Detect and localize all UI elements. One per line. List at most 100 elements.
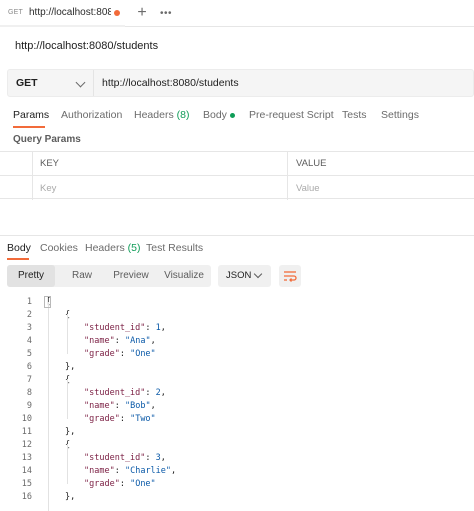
response-tab-cookies[interactable]: Cookies: [40, 242, 78, 254]
param-key-input[interactable]: [40, 182, 210, 194]
line-number: 16: [21, 492, 32, 502]
code-token: "name": [84, 401, 115, 411]
body-indicator-dot-icon: [229, 112, 235, 118]
code-line: 5 "grade": "One": [0, 348, 474, 361]
code-text: "grade": "Two": [84, 413, 156, 426]
code-token: ,: [150, 336, 156, 346]
code-token: :: [145, 323, 156, 333]
mode-raw[interactable]: Raw: [59, 265, 105, 287]
tab-tests[interactable]: Tests: [342, 109, 367, 121]
line-number: 4: [26, 336, 32, 346]
code-token: ,: [160, 388, 166, 398]
code-token: :: [114, 336, 125, 346]
request-title[interactable]: http://localhost:8080/students: [15, 40, 158, 52]
code-token: :: [119, 414, 131, 424]
mode-visualize[interactable]: Visualize: [157, 265, 211, 287]
code-line: 8 "student_id": 2,: [0, 387, 474, 400]
more-icon[interactable]: •••: [160, 8, 172, 19]
code-token: "student_id": [84, 323, 146, 333]
response-body-code[interactable]: 1[2{3 "student_id": 1, 4 "name": "Ana", 5 "gr…: [0, 294, 474, 511]
tab-pre-request-script[interactable]: Pre-request Script: [249, 109, 334, 121]
indent-guide: [48, 302, 49, 511]
line-number: 13: [21, 453, 32, 463]
response-headers-label: Headers: [85, 242, 125, 254]
add-tab-icon[interactable]: +: [135, 5, 149, 21]
params-header-row: KEY VALUE: [0, 152, 474, 176]
code-text: },: [65, 491, 75, 504]
code-line: 3 "student_id": 1,: [0, 322, 474, 335]
tab-headers[interactable]: Headers (8): [134, 109, 189, 121]
response-tab-body[interactable]: Body: [7, 242, 31, 254]
bracket-match-highlight: [44, 296, 51, 308]
params-value-cell: [288, 176, 474, 200]
url-input[interactable]: [102, 77, 462, 89]
code-text: },: [65, 361, 75, 374]
response-headers-count: (5): [127, 242, 141, 254]
code-line: 7{: [0, 374, 474, 387]
line-number: 3: [26, 323, 32, 333]
code-line: 10 "grade": "Two": [0, 413, 474, 426]
line-number: 8: [26, 388, 32, 398]
response-tabs: Body Cookies Headers (5) Test Results: [0, 240, 474, 260]
code-token: ,: [150, 401, 156, 411]
code-token: ,: [160, 453, 166, 463]
code-token: "student_id": [84, 388, 146, 398]
code-line: 16},: [0, 491, 474, 504]
line-number: 10: [21, 414, 32, 424]
line-number: 12: [21, 440, 32, 450]
code-line: 15 "grade": "One": [0, 478, 474, 491]
params-key-cell: [33, 176, 288, 200]
mode-pretty[interactable]: Pretty: [7, 265, 55, 287]
code-token: "One": [130, 479, 156, 489]
wrap-lines-button[interactable]: [279, 265, 301, 287]
response-divider[interactable]: [0, 235, 474, 236]
response-tab-test-results[interactable]: Test Results: [146, 242, 203, 254]
code-line: 9 "name": "Bob",: [0, 400, 474, 413]
code-token: "name": [84, 336, 115, 346]
tab-body[interactable]: Body: [203, 109, 235, 121]
code-text: "grade": "One": [84, 478, 156, 491]
params-row-check: [0, 176, 33, 200]
tab-method: GET: [8, 9, 23, 16]
params-key-header: KEY: [33, 152, 288, 175]
code-line: 2{: [0, 309, 474, 322]
code-token: },: [65, 362, 76, 372]
tab-params[interactable]: Params: [13, 109, 49, 121]
code-token: "student_id": [84, 453, 146, 463]
indent-guide: [67, 379, 68, 419]
tab-settings[interactable]: Settings: [381, 109, 419, 121]
line-number: 5: [26, 349, 32, 359]
code-token: :: [119, 349, 131, 359]
value-header: VALUE: [296, 158, 327, 169]
line-number: 1: [26, 297, 32, 307]
code-token: ,: [160, 323, 166, 333]
format-select[interactable]: JSON: [218, 265, 271, 287]
code-token: :: [114, 401, 125, 411]
key-header: KEY: [40, 158, 60, 169]
params-value-header: VALUE: [288, 152, 474, 175]
mode-preview[interactable]: Preview: [105, 265, 157, 287]
param-value-input[interactable]: [296, 182, 466, 194]
code-line: 14 "name": "Charlie",: [0, 465, 474, 478]
method-label: GET: [16, 77, 38, 89]
code-token: "grade": [84, 414, 120, 424]
code-token: },: [65, 492, 76, 502]
tab-body-label: Body: [203, 109, 227, 121]
code-text: "name": "Ana",: [84, 335, 156, 348]
code-token: },: [65, 427, 76, 437]
response-tab-headers[interactable]: Headers (5): [85, 242, 140, 254]
code-text: },: [65, 426, 75, 439]
code-token: :: [114, 466, 125, 476]
code-token: :: [119, 479, 131, 489]
chevron-down-icon: [75, 77, 86, 88]
code-token: ,: [171, 466, 177, 476]
code-token: "One": [130, 349, 156, 359]
code-token: "Charlie": [124, 466, 172, 476]
tab-authorization[interactable]: Authorization: [61, 109, 122, 121]
method-select[interactable]: GET: [8, 70, 94, 96]
code-token: "Ana": [124, 336, 151, 346]
format-label: JSON: [226, 270, 252, 281]
code-line: 6},: [0, 361, 474, 374]
indent-guide: [67, 444, 68, 484]
request-tab[interactable]: GET http://localhost:8080/s: [0, 0, 125, 27]
